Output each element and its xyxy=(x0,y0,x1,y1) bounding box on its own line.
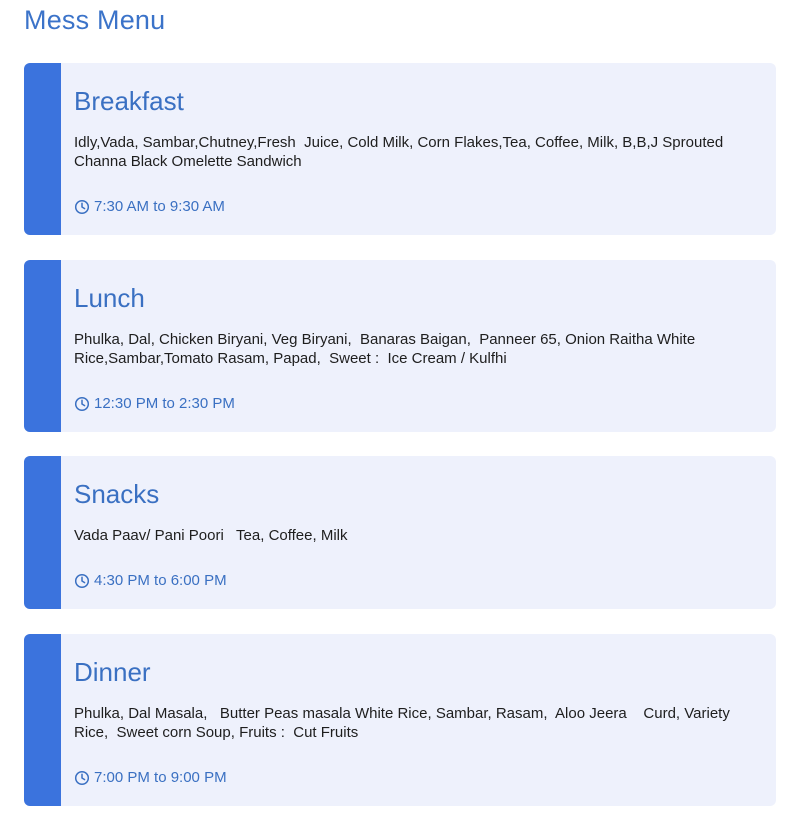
meal-title: Breakfast xyxy=(74,86,184,116)
clock-icon xyxy=(74,199,90,215)
meal-items: Vada Paav/ Pani Poori Tea, Coffee, Milk xyxy=(74,527,348,544)
meal-items: Phulka, Dal Masala, Butter Peas masala W… xyxy=(74,705,735,741)
card-accent-bar xyxy=(24,456,61,609)
meal-time: 12:30 PM to 2:30 PM xyxy=(74,394,235,414)
meal-card-lunch: Lunch Phulka, Dal, Chicken Biryani, Veg … xyxy=(24,260,776,432)
meal-items: Phulka, Dal, Chicken Biryani, Veg Biryan… xyxy=(74,331,700,367)
meal-time: 4:30 PM to 6:00 PM xyxy=(74,571,227,591)
meal-title: Snacks xyxy=(74,479,160,509)
mess-menu-page: Mess Menu Breakfast Idly,Vada, Sambar,Ch… xyxy=(0,0,800,829)
meal-time-text: 7:30 AM to 9:30 AM xyxy=(94,198,225,215)
clock-icon xyxy=(74,396,90,412)
meal-card-content: Snacks Vada Paav/ Pani Poori Tea, Coffee… xyxy=(74,456,758,609)
meal-card-content: Lunch Phulka, Dal, Chicken Biryani, Veg … xyxy=(74,260,758,432)
clock-icon xyxy=(74,770,90,786)
meal-card-breakfast: Breakfast Idly,Vada, Sambar,Chutney,Fres… xyxy=(24,63,776,235)
meal-title: Lunch xyxy=(74,283,145,313)
meal-card-content: Breakfast Idly,Vada, Sambar,Chutney,Fres… xyxy=(74,63,758,235)
card-accent-bar xyxy=(24,634,61,806)
meal-time-text: 12:30 PM to 2:30 PM xyxy=(94,395,235,412)
card-accent-bar xyxy=(24,260,61,432)
meal-card-content: Dinner Phulka, Dal Masala, Butter Peas m… xyxy=(74,634,758,806)
meal-card-dinner: Dinner Phulka, Dal Masala, Butter Peas m… xyxy=(24,634,776,806)
meal-time-text: 4:30 PM to 6:00 PM xyxy=(94,572,227,589)
page-title: Mess Menu xyxy=(24,5,166,35)
meal-title: Dinner xyxy=(74,657,151,687)
meal-time: 7:30 AM to 9:30 AM xyxy=(74,197,225,217)
meal-time: 7:00 PM to 9:00 PM xyxy=(74,768,227,788)
meal-time-text: 7:00 PM to 9:00 PM xyxy=(94,769,227,786)
clock-icon xyxy=(74,573,90,589)
meal-card-snacks: Snacks Vada Paav/ Pani Poori Tea, Coffee… xyxy=(24,456,776,609)
meal-items: Idly,Vada, Sambar,Chutney,Fresh Juice, C… xyxy=(74,134,728,170)
card-accent-bar xyxy=(24,63,61,235)
